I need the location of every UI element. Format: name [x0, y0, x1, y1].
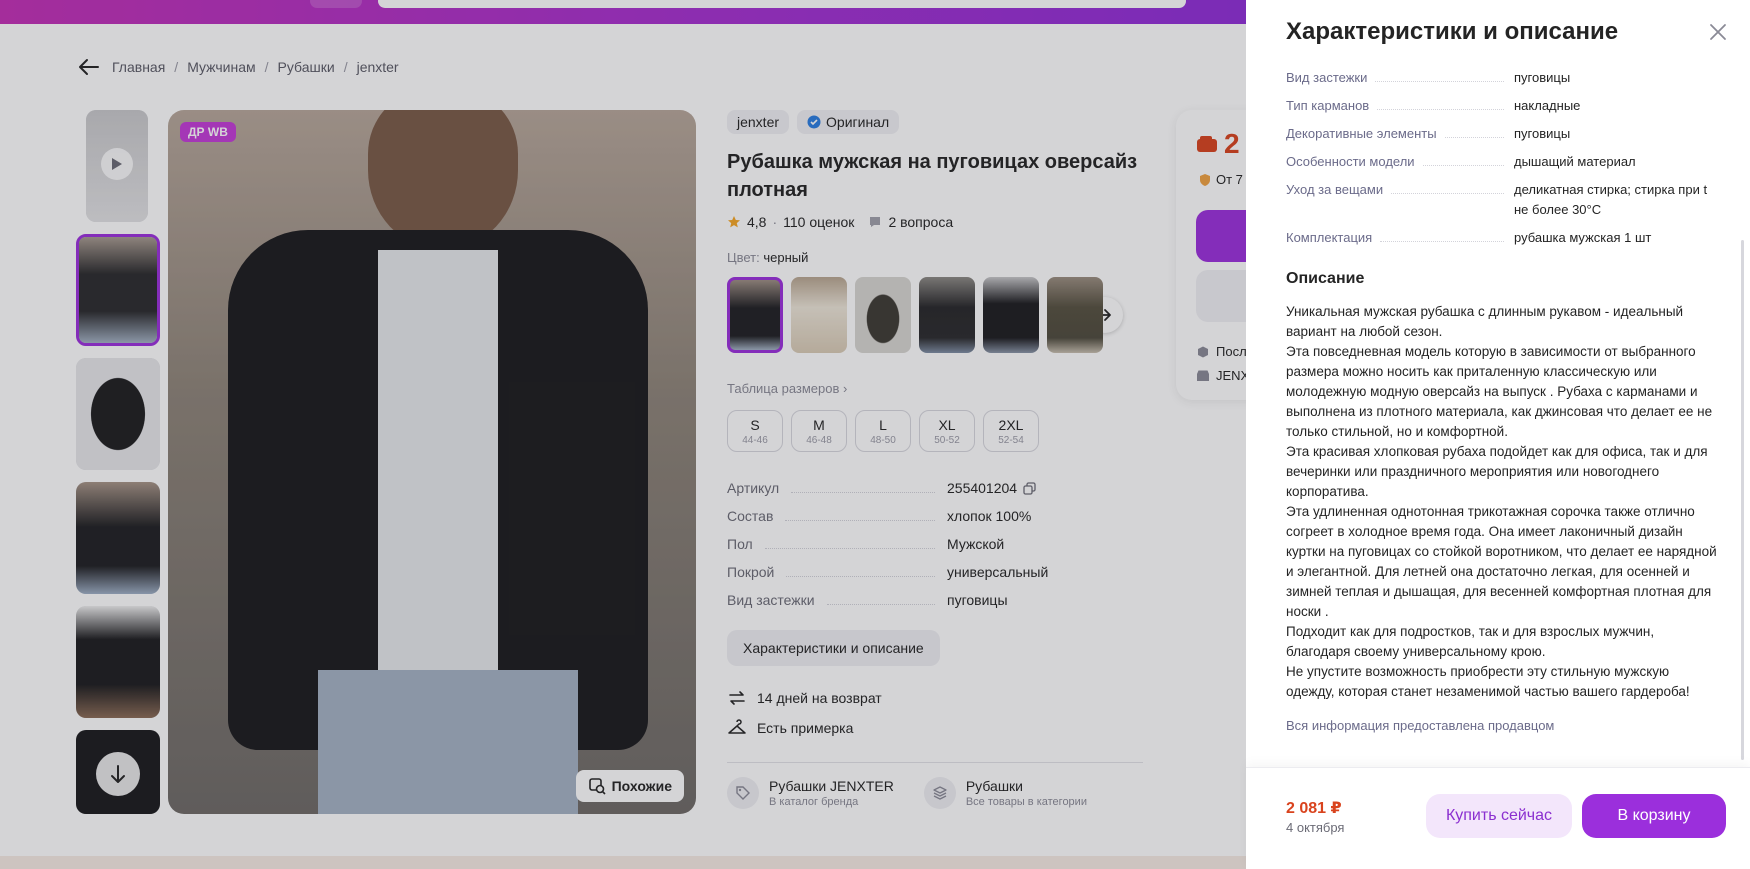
description-text: Уникальная мужская рубашка с длинным рук… [1286, 304, 1717, 699]
property-row: Особенности модели дышащий материал [1286, 154, 1636, 169]
modal-backdrop[interactable] [0, 0, 1246, 869]
panel-footer: 2 081 ₽ 4 октября Купить сейчас В корзин… [1246, 767, 1750, 869]
characteristics-panel: Характеристики и описание Вид застежки пу… [1246, 0, 1750, 869]
footer-price: 2 081 ₽ [1286, 800, 1342, 817]
property-row: Тип карманов накладные [1286, 98, 1581, 113]
panel-scrollbar[interactable] [1741, 240, 1744, 760]
close-icon[interactable] [1708, 22, 1728, 42]
panel-content[interactable]: Вид застежки пуговицы Тип карманов накладн… [1286, 68, 1720, 768]
description-heading: Описание [1286, 270, 1365, 287]
add-to-cart-button[interactable]: В корзину [1582, 794, 1726, 838]
delivery-date: 4 октября [1286, 820, 1345, 835]
property-row: Уход за вещами деликатная стирка; стирка … [1286, 182, 1708, 217]
property-row: Декоративные элементы пуговицы [1286, 126, 1571, 141]
property-row: Комплектация рубашка мужская 1 шт [1286, 230, 1652, 245]
property-row: Вид застежки пуговицы [1286, 70, 1571, 85]
panel-title: Характеристики и описание [1286, 18, 1619, 45]
buy-now-button[interactable]: Купить сейчас [1426, 794, 1572, 838]
seller-info-note: Вся информация предоставлена продавцом [1286, 718, 1555, 733]
